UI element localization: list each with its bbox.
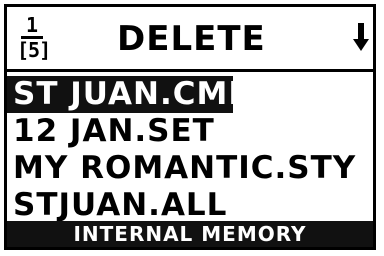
- page-current: 1: [25, 13, 39, 37]
- file-list: ST JUAN.CMB 12 JAN.SET MY ROMANTIC.STY S…: [7, 76, 373, 224]
- page-indicator: 1 [5]: [17, 13, 51, 63]
- file-item-12-jan-set[interactable]: 12 JAN.SET: [7, 113, 373, 150]
- file-item-my-romantic-sty[interactable]: MY ROMANTIC.STY: [7, 150, 373, 187]
- file-item-st-juan-cmb[interactable]: ST JUAN.CMB: [7, 76, 233, 113]
- header: 1 [5] DELETE: [7, 7, 373, 69]
- memory-location-bar: INTERNAL MEMORY: [7, 221, 373, 247]
- file-item-stjuan-all[interactable]: STJUAN.ALL: [7, 187, 373, 224]
- arrow-down-icon[interactable]: [353, 23, 369, 53]
- page-title: DELETE: [117, 19, 266, 59]
- page-total: [5]: [17, 38, 51, 62]
- header-divider: [7, 69, 373, 72]
- lcd-screen: 1 [5] DELETE ST JUAN.CMB 12 JAN.SET MY R…: [4, 4, 376, 250]
